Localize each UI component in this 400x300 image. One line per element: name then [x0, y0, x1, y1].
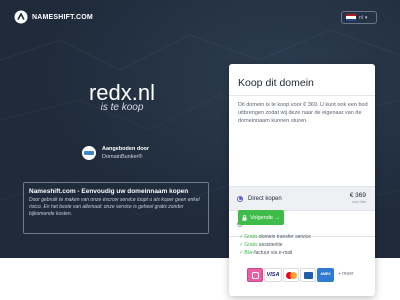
- domain-for-sale-subtitle: is te koop: [100, 102, 144, 113]
- feature-item: ✓Btw-factuur via e-mail: [239, 250, 293, 256]
- option-direct-buy[interactable]: Direct kopen € 369 excl. btw: [229, 186, 375, 211]
- info-text: Door gebruik te maken van onze escrow se…: [29, 197, 200, 217]
- nameshift-logo[interactable]: NAMESHIFT.COM: [14, 10, 93, 24]
- feature-item: ✓Gratis assistentie: [239, 242, 283, 248]
- klarna-icon: [247, 268, 263, 282]
- radio-direct-buy[interactable]: [237, 195, 243, 202]
- domainbunker-logo-icon: [82, 146, 96, 160]
- bank-icon: [300, 268, 316, 282]
- escrow-info-box: Nameshift.com - Eenvoudig uw domeinnaam …: [23, 182, 209, 234]
- offered-by: Aangeboden door DomainBunker®: [82, 146, 149, 160]
- check-icon: ✓: [239, 250, 244, 256]
- language-selector[interactable]: nl ▾: [341, 11, 377, 24]
- next-button[interactable]: Volgende →: [238, 210, 284, 225]
- chevron-down-icon: ▾: [364, 14, 368, 21]
- feature-item: ✓Gratis domein transfer service: [239, 234, 311, 240]
- card-divider: [229, 95, 375, 96]
- netherlands-flag-icon: [346, 14, 356, 21]
- amex-icon: AMEX: [317, 268, 334, 282]
- check-icon: ✓: [239, 242, 244, 248]
- offered-by-label: Aangeboden door: [102, 146, 150, 152]
- lock-icon: [242, 214, 247, 221]
- more-payment-methods[interactable]: + meer: [338, 271, 354, 277]
- next-button-label: Volgende →: [250, 214, 280, 221]
- check-icon: ✓: [239, 234, 244, 240]
- language-code: nl: [359, 14, 363, 21]
- visa-icon: VISA: [264, 268, 282, 282]
- mastercard-icon: [283, 268, 299, 282]
- offered-by-name: DomainBunker®: [102, 154, 143, 160]
- logo-text: NAMESHIFT.COM: [32, 13, 93, 21]
- card-title: Koop dit domein: [238, 77, 314, 89]
- buy-domain-card: Koop dit domein Dit domein is te koop vo…: [229, 64, 375, 296]
- option-direct-buy-label: Direct kopen: [248, 195, 282, 202]
- price: € 369: [349, 192, 366, 199]
- nameshift-logo-icon: [14, 10, 28, 24]
- info-title: Nameshift.com - Eenvoudig uw domeinnaam …: [29, 188, 189, 195]
- price-note: excl. btw: [352, 200, 366, 204]
- card-description: Dit domein is te koop voor € 369. U kunt…: [238, 102, 368, 124]
